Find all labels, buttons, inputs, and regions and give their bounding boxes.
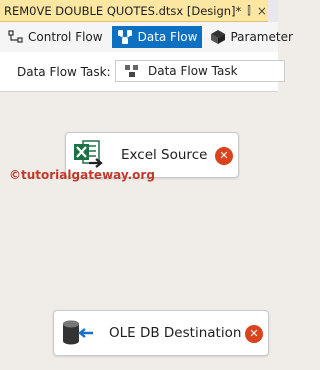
control-flow-icon bbox=[8, 30, 23, 43]
data-flow-task-icon bbox=[125, 65, 138, 77]
document-tab-strip: REM0VE DOUBLE QUOTES.dtsx [Design]* ⫿ × bbox=[0, 0, 278, 22]
error-icon[interactable]: ✕ bbox=[245, 325, 263, 343]
data-flow-icon bbox=[117, 30, 132, 44]
tab-data-flow-label: Data Flow bbox=[137, 30, 198, 44]
excel-source-label: Excel Source bbox=[121, 147, 208, 163]
design-canvas[interactable]: Excel Source ✕ ©tutorialgateway.org OLE … bbox=[0, 92, 278, 370]
tab-data-flow[interactable]: Data Flow bbox=[111, 26, 203, 48]
oledb-destination-label: OLE DB Destination bbox=[109, 325, 242, 341]
watermark: ©tutorialgateway.org bbox=[9, 168, 155, 182]
data-flow-task-label: Data Flow Task: bbox=[17, 65, 111, 79]
excel-icon bbox=[74, 140, 103, 168]
pin-icon[interactable]: ⫿ bbox=[247, 4, 251, 18]
tab-parameters[interactable]: Parameter bbox=[206, 26, 297, 48]
data-flow-task-bar: Data Flow Task: Data Flow Task bbox=[0, 52, 285, 92]
document-tab[interactable]: REM0VE DOUBLE QUOTES.dtsx [Design]* ⫿ × bbox=[0, 0, 268, 22]
close-icon[interactable]: × bbox=[257, 4, 267, 18]
database-icon bbox=[63, 320, 93, 345]
tab-control-flow[interactable]: Control Flow bbox=[4, 26, 108, 48]
parameters-icon bbox=[211, 30, 226, 44]
tab-parameters-label: Parameter bbox=[230, 30, 293, 44]
document-tab-title: REM0VE DOUBLE QUOTES.dtsx [Design]* bbox=[4, 3, 242, 18]
data-flow-task-select[interactable]: Data Flow Task bbox=[115, 60, 285, 82]
designer-tabs: Control Flow Data Flow Parameter bbox=[0, 22, 293, 52]
oledb-destination-component[interactable]: OLE DB Destination ✕ bbox=[53, 310, 269, 356]
tab-control-flow-label: Control Flow bbox=[28, 30, 103, 44]
error-icon[interactable]: ✕ bbox=[215, 147, 233, 165]
data-flow-task-value: Data Flow Task bbox=[148, 64, 238, 78]
